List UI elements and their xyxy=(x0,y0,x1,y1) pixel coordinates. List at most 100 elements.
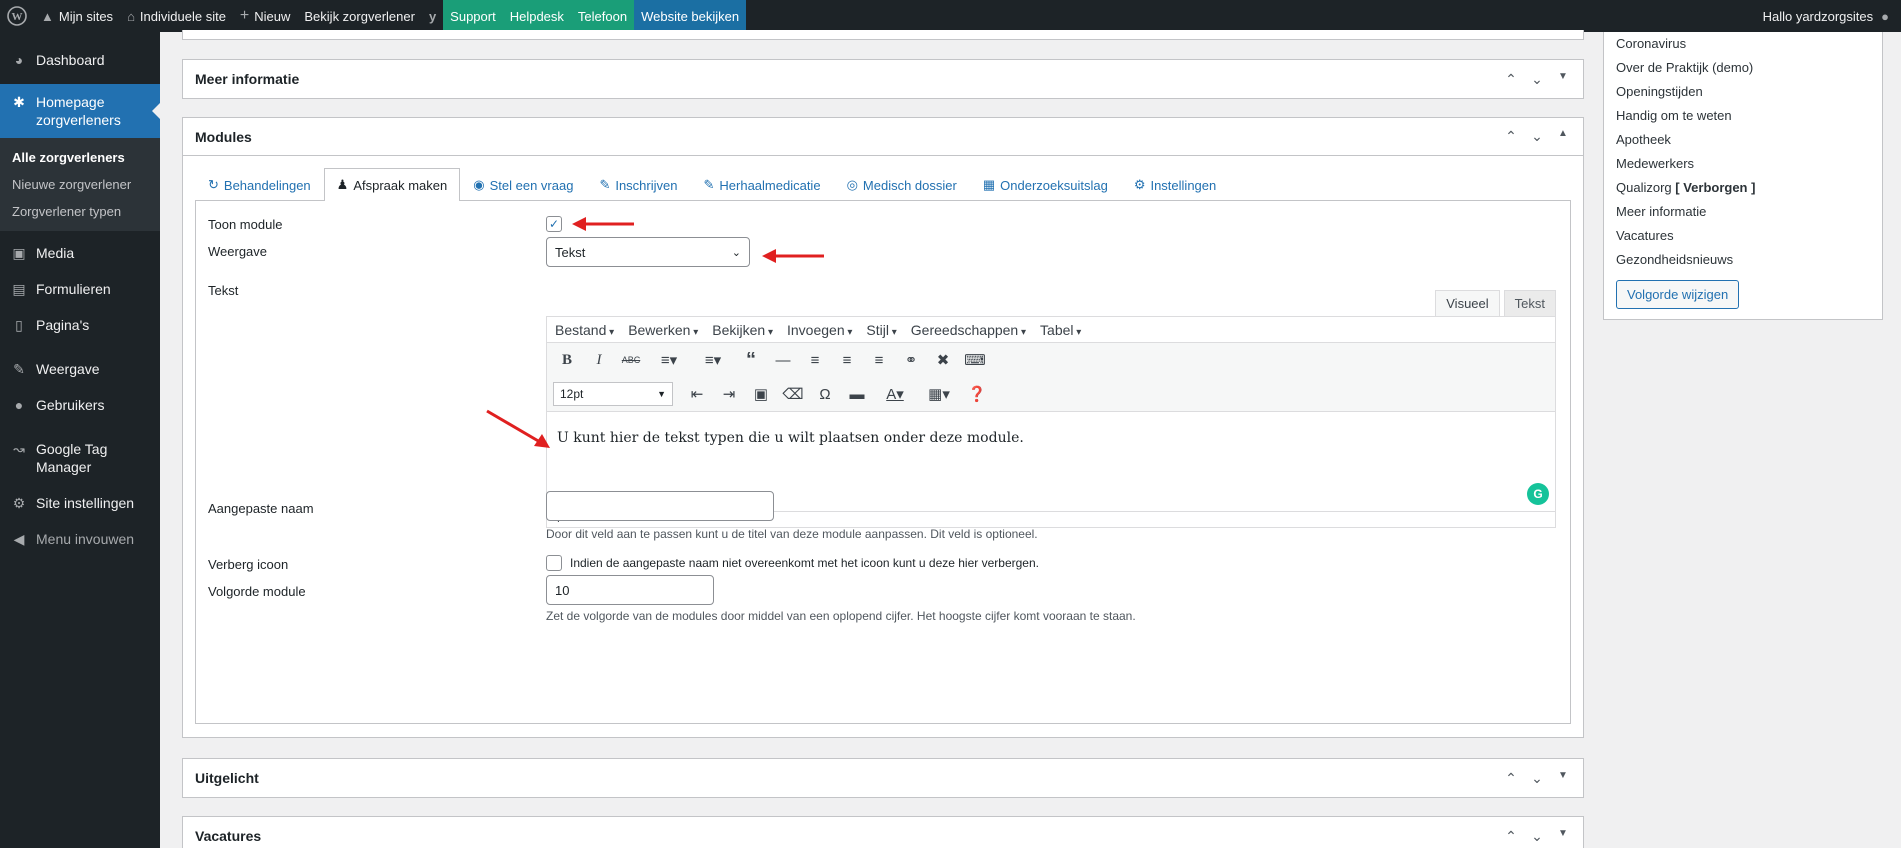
sidebar-item-site-settings[interactable]: ⚙ Site instellingen xyxy=(0,485,160,521)
sidebar-item-dashboard[interactable]: ◕ Dashboard xyxy=(0,42,160,78)
numbered-list-icon[interactable]: ≡▾ xyxy=(693,347,733,373)
metabox-meer-informatie: Meer informatie ⌃ ⌄ ▼ xyxy=(182,59,1584,99)
home-icon: ⌂ xyxy=(127,8,135,24)
blockquote-icon[interactable]: “ xyxy=(737,347,765,373)
sidebar-item-media[interactable]: ▣ Media xyxy=(0,235,160,271)
new-content-menu[interactable]: + Nieuw xyxy=(233,0,297,32)
sidebar-item-forms[interactable]: ▤ Formulieren xyxy=(0,271,160,307)
volgorde-label: Volgorde module xyxy=(208,584,306,599)
bold-icon[interactable]: B xyxy=(553,347,581,373)
tab-onderzoeksuitslag[interactable]: ▦ Onderzoeksuitslag xyxy=(970,168,1121,201)
tab-stel-een-vraag[interactable]: ◉ Stel een vraag xyxy=(460,168,586,201)
sidebar-item-pages[interactable]: ▯ Pagina's xyxy=(0,307,160,343)
tab-behandelingen[interactable]: ↻ Behandelingen xyxy=(195,168,324,201)
menu-bewerken[interactable]: Bewerken xyxy=(628,322,698,338)
move-down-icon[interactable]: ⌄ xyxy=(1529,71,1545,88)
move-up-icon[interactable]: ⌃ xyxy=(1503,828,1519,845)
aangepaste-naam-input[interactable] xyxy=(546,491,774,521)
strikethrough-icon[interactable]: ABC xyxy=(617,347,645,373)
submenu-provider-types[interactable]: Zorgverlener typen xyxy=(0,198,160,225)
wordpress-logo-icon[interactable]: W xyxy=(0,0,34,32)
grammarly-icon[interactable]: G xyxy=(1527,483,1549,505)
move-up-icon[interactable]: ⌃ xyxy=(1503,128,1519,145)
clear-format-icon[interactable]: ⌫ xyxy=(779,381,807,407)
menu-tabel[interactable]: Tabel xyxy=(1040,322,1081,338)
submenu-all-providers[interactable]: Alle zorgverleners xyxy=(0,144,160,171)
globe-icon: ◎ xyxy=(846,177,858,192)
readmore-icon[interactable]: ▬ xyxy=(843,381,871,407)
move-down-icon[interactable]: ⌄ xyxy=(1529,828,1545,845)
horizontal-line-icon[interactable]: — xyxy=(769,347,797,373)
toggle-icon[interactable]: ▼ xyxy=(1555,71,1571,88)
outdent-icon[interactable]: ⇤ xyxy=(683,381,711,407)
weergave-select[interactable]: Tekst ⌄ xyxy=(546,237,750,267)
tab-herhaalmedicatie[interactable]: ✎ Herhaalmedicatie xyxy=(690,168,833,201)
list-item: Meer informatie xyxy=(1616,204,1707,219)
unlink-icon[interactable]: ✖ xyxy=(929,347,957,373)
align-left-icon[interactable]: ≡ xyxy=(801,347,829,373)
sidebar-collapse-menu[interactable]: ◀ Menu invouwen xyxy=(0,521,160,557)
menu-stijl[interactable]: Stijl xyxy=(866,322,896,338)
support-link[interactable]: Support xyxy=(443,0,503,32)
main-content: Meer informatie ⌃ ⌄ ▼ Modules ⌃ ⌄ ▲ ↻ Beh… xyxy=(182,30,1584,848)
tab-instellingen[interactable]: ⚙ Instellingen xyxy=(1121,168,1229,201)
change-order-button[interactable]: Volgorde wijzigen xyxy=(1616,280,1740,309)
list-item: Openingstijden xyxy=(1616,84,1703,99)
move-down-icon[interactable]: ⌄ xyxy=(1529,770,1545,787)
align-center-icon[interactable]: ≡ xyxy=(833,347,861,373)
menu-invoegen[interactable]: Invoegen xyxy=(787,322,852,338)
gear-icon: ⚙ xyxy=(1133,177,1146,192)
menu-bestand[interactable]: Bestand xyxy=(555,322,614,338)
omega-icon[interactable]: Ω xyxy=(811,381,839,407)
plus-icon: + xyxy=(239,7,250,24)
keyboard-icon[interactable]: ⌨ xyxy=(961,347,989,373)
homepage-submenu: Alle zorgverleners Nieuwe zorgverlener Z… xyxy=(0,138,160,231)
sidebar-item-appearance[interactable]: ✎ Weergave xyxy=(0,351,160,387)
move-up-icon[interactable]: ⌃ xyxy=(1503,770,1519,787)
toggle-icon[interactable]: ▼ xyxy=(1555,770,1571,787)
toggle-icon[interactable]: ▲ xyxy=(1555,128,1571,145)
view-website-link[interactable]: Website bekijken xyxy=(634,0,747,32)
submenu-new-provider[interactable]: Nieuwe zorgverlener xyxy=(0,171,160,198)
move-down-icon[interactable]: ⌄ xyxy=(1529,128,1545,145)
toon-module-checkbox[interactable]: ✓ xyxy=(546,216,562,232)
phone-link[interactable]: Telefoon xyxy=(570,0,635,32)
tab-afspraak-maken[interactable]: ♟ Afspraak maken xyxy=(323,168,461,201)
verberg-icoon-label: Verberg icoon xyxy=(208,557,289,572)
menu-gereedschappen[interactable]: Gereedschappen xyxy=(911,322,1026,338)
sidebar-item-homepage[interactable]: ✱ Homepage zorgverleners xyxy=(0,84,160,138)
link-icon[interactable]: ⚭ xyxy=(897,347,925,373)
sidebar-item-users[interactable]: ● Gebruikers xyxy=(0,387,160,423)
verberg-icoon-row: Indien de aangepaste naam niet overeenko… xyxy=(546,555,1039,571)
tab-inschrijven[interactable]: ✎ Inschrijven xyxy=(586,168,690,201)
editor-tab-text[interactable]: Tekst xyxy=(1503,290,1556,316)
menu-bekijken[interactable]: Bekijken xyxy=(712,322,773,338)
italic-icon[interactable]: I xyxy=(585,347,613,373)
account-menu[interactable]: Hallo yardzorgsites ● xyxy=(1763,9,1901,24)
my-sites-menu[interactable]: ▲ Mijn sites xyxy=(34,0,120,32)
sidebar-item-gtm[interactable]: ↝ Google Tag Manager xyxy=(0,431,160,485)
bullet-list-icon[interactable]: ≡▾ xyxy=(649,347,689,373)
admin-sidebar: ◕ Dashboard ✱ Homepage zorgverleners All… xyxy=(0,32,160,848)
font-size-select[interactable]: 12pt ▼ xyxy=(553,382,673,406)
view-provider-link[interactable]: Bekijk zorgverlener xyxy=(297,0,422,32)
table-icon[interactable]: ▦▾ xyxy=(919,381,959,407)
pencil-icon: ✎ xyxy=(703,177,715,192)
indent-icon[interactable]: ⇥ xyxy=(715,381,743,407)
paste-icon[interactable]: ▣ xyxy=(747,381,775,407)
align-right-icon[interactable]: ≡ xyxy=(865,347,893,373)
editor-tab-visual[interactable]: Visueel xyxy=(1435,290,1500,316)
weergave-label: Weergave xyxy=(208,244,268,259)
help-icon[interactable]: ❓ xyxy=(963,381,991,407)
move-up-icon[interactable]: ⌃ xyxy=(1503,71,1519,88)
my-sites-icon: ▲ xyxy=(41,8,54,24)
tab-medisch-dossier[interactable]: ◎ Medisch dossier xyxy=(834,168,970,201)
site-menu[interactable]: ⌂ Individuele site xyxy=(120,0,233,32)
yoast-icon[interactable]: y xyxy=(422,0,443,32)
chat-icon: ◉ xyxy=(473,177,485,192)
toggle-icon[interactable]: ▼ xyxy=(1555,828,1571,845)
verberg-icoon-checkbox[interactable] xyxy=(546,555,562,571)
text-color-icon[interactable]: A▾ xyxy=(875,381,915,407)
helpdesk-link[interactable]: Helpdesk xyxy=(502,0,571,32)
volgorde-input[interactable]: 10 xyxy=(546,575,714,605)
